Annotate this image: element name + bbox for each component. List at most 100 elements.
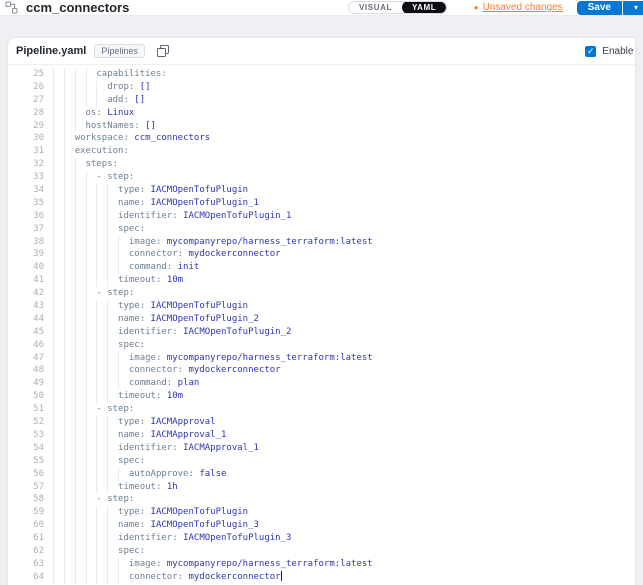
indent-guide	[75, 377, 76, 390]
code-line[interactable]: identifier: IACMOpenTofuPlugin_2	[53, 326, 635, 339]
code-line[interactable]: spec:	[53, 339, 635, 352]
code-line[interactable]: command: init	[53, 261, 635, 274]
indent-guide	[64, 506, 65, 519]
code-line[interactable]: identifier: IACMApproval_1	[53, 442, 635, 455]
code-line[interactable]: hostNames: []	[53, 120, 635, 133]
toggle-visual-button[interactable]: VISUAL	[349, 1, 402, 14]
code-line[interactable]: image: mycompanyrepo/harness_terraform:l…	[53, 558, 635, 571]
indent-guide	[86, 519, 87, 532]
readonly-label: Enable read/	[602, 46, 635, 57]
code-line[interactable]: name: IACMOpenTofuPlugin_1	[53, 197, 635, 210]
indent-guide	[75, 68, 76, 81]
readonly-checkbox[interactable]: ✓	[585, 46, 596, 57]
indent-guide	[64, 223, 65, 236]
indent-guide	[107, 519, 108, 532]
code-content[interactable]: capabilities: drop: [] add: [] os: Linux…	[53, 68, 635, 584]
code-line[interactable]: identifier: IACMOpenTofuPlugin_1	[53, 210, 635, 223]
code-line[interactable]: - step:	[53, 171, 635, 184]
indent-guide	[53, 184, 54, 197]
code-line[interactable]: add: []	[53, 94, 635, 107]
code-line[interactable]: name: IACMOpenTofuPlugin_3	[53, 519, 635, 532]
indent-guide	[118, 236, 119, 249]
indent-guide	[96, 571, 97, 584]
indent-guide	[64, 94, 65, 107]
code-line[interactable]: image: mycompanyrepo/harness_terraform:l…	[53, 236, 635, 249]
line-number: 55	[8, 455, 44, 468]
unsaved-changes-link[interactable]: ● Unsaved changes	[474, 2, 563, 13]
code-line[interactable]: identifier: IACMOpenTofuPlugin_3	[53, 532, 635, 545]
indent-guide	[96, 313, 97, 326]
indent-guide	[86, 481, 87, 494]
code-line[interactable]: name: IACMOpenTofuPlugin_2	[53, 313, 635, 326]
toggle-yaml-button[interactable]: YAML	[402, 1, 446, 14]
yaml-key: type:	[118, 417, 145, 427]
indent-guide	[96, 506, 97, 519]
code-line[interactable]: type: IACMOpenTofuPlugin	[53, 506, 635, 519]
yaml-key: type:	[118, 507, 145, 517]
indent-guide	[107, 571, 108, 584]
indent-guide	[96, 81, 97, 94]
indent-guide	[86, 558, 87, 571]
code-line[interactable]: os: Linux	[53, 107, 635, 120]
code-line[interactable]: image: mycompanyrepo/harness_terraform:l…	[53, 352, 635, 365]
code-line[interactable]: - step:	[53, 493, 635, 506]
code-line[interactable]: capabilities:	[53, 68, 635, 81]
code-line[interactable]: timeout: 10m	[53, 390, 635, 403]
indent-guide	[64, 429, 65, 442]
indent-guide	[64, 171, 65, 184]
code-line[interactable]: - step:	[53, 403, 635, 416]
code-line[interactable]: - step:	[53, 287, 635, 300]
indent-guide	[86, 94, 87, 107]
code-line[interactable]: type: IACMOpenTofuPlugin	[53, 184, 635, 197]
yaml-editor[interactable]: 2526272829303132333435363738394041424344…	[8, 65, 635, 584]
yaml-value: IACMApproval_1	[151, 430, 227, 440]
code-line[interactable]: connector: mydockerconnector	[53, 248, 635, 261]
indent-guide	[75, 248, 76, 261]
code-line[interactable]: spec:	[53, 223, 635, 236]
code-line[interactable]: connector: mydockerconnector	[53, 571, 635, 584]
code-line[interactable]: connector: mydockerconnector	[53, 364, 635, 377]
code-line[interactable]: spec:	[53, 455, 635, 468]
indent-guide	[86, 352, 87, 365]
yaml-value: false	[199, 469, 226, 479]
line-number: 46	[8, 339, 44, 352]
indent-guide	[64, 300, 65, 313]
yaml-value: IACMOpenTofuPlugin_1	[151, 198, 259, 208]
save-button[interactable]: Save	[577, 1, 622, 15]
indent-guide	[53, 223, 54, 236]
code-line[interactable]: autoApprove: false	[53, 468, 635, 481]
indent-guide	[107, 558, 108, 571]
indent-guide	[53, 326, 54, 339]
code-line[interactable]: name: IACMApproval_1	[53, 429, 635, 442]
code-line[interactable]: type: IACMOpenTofuPlugin	[53, 300, 635, 313]
indent-guide	[107, 197, 108, 210]
indent-guide	[118, 261, 119, 274]
indent-guide	[64, 493, 65, 506]
indent-guide	[96, 558, 97, 571]
indent-guide	[118, 558, 119, 571]
line-number: 48	[8, 364, 44, 377]
indent-guide	[96, 197, 97, 210]
code-line[interactable]: timeout: 10m	[53, 274, 635, 287]
code-line[interactable]: spec:	[53, 545, 635, 558]
yaml-key: command:	[129, 262, 172, 272]
code-line[interactable]: drop: []	[53, 81, 635, 94]
save-menu-button[interactable]: ▾	[623, 1, 643, 15]
code-line[interactable]: command: plan	[53, 377, 635, 390]
code-line[interactable]: execution:	[53, 145, 635, 158]
code-line[interactable]: timeout: 1h	[53, 481, 635, 494]
copy-yaml-button[interactable]	[157, 45, 169, 57]
code-line[interactable]: steps:	[53, 158, 635, 171]
yaml-value: IACMOpenTofuPlugin_2	[183, 327, 291, 337]
code-line[interactable]: workspace: ccm_connectors	[53, 132, 635, 145]
indent-guide	[86, 416, 87, 429]
line-number: 57	[8, 481, 44, 494]
yaml-value: Linux	[107, 108, 134, 118]
indent-guide	[64, 107, 65, 120]
indent-guide	[86, 339, 87, 352]
indent-guide	[64, 210, 65, 223]
indent-guide	[64, 352, 65, 365]
line-number: 54	[8, 442, 44, 455]
code-line[interactable]: type: IACMApproval	[53, 416, 635, 429]
indent-guide	[53, 171, 54, 184]
